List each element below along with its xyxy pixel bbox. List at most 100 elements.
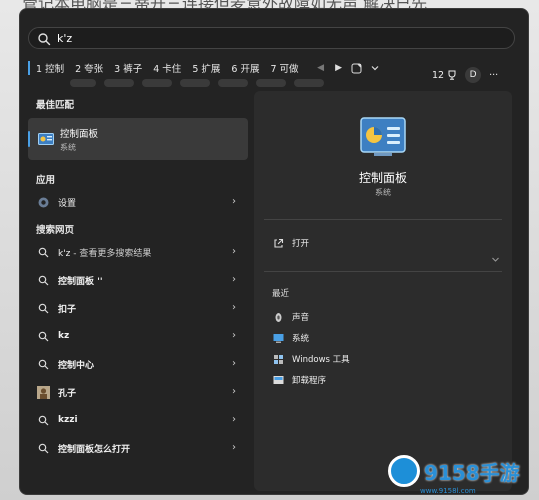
search-icon bbox=[36, 273, 50, 287]
app-item-settings[interactable]: 设置 › bbox=[28, 188, 248, 216]
web-result-item[interactable]: 孔子 › bbox=[28, 378, 248, 406]
web-result-label: kz bbox=[58, 331, 70, 341]
filter-pill[interactable] bbox=[180, 79, 210, 87]
control-panel-icon bbox=[38, 132, 54, 146]
section-title-web: 搜索网页 bbox=[36, 225, 75, 236]
more-options-icon[interactable]: ··· bbox=[489, 70, 498, 81]
search-icon bbox=[36, 301, 50, 315]
gear-icon bbox=[36, 195, 50, 209]
filter-pill[interactable] bbox=[70, 79, 96, 87]
results-list: 最佳匹配 控制面板 系统 应用 设置 › 搜索网页 k'z - 查看更多搜索结果… bbox=[28, 97, 258, 462]
collapse-chevron-icon[interactable] bbox=[491, 255, 500, 267]
web-result-label: k'z bbox=[58, 248, 71, 259]
filter-pill[interactable] bbox=[294, 79, 324, 87]
ime-emoji-icon[interactable] bbox=[350, 61, 364, 75]
chevron-right-icon[interactable]: › bbox=[232, 330, 236, 341]
divider bbox=[264, 219, 502, 220]
filter-pill[interactable] bbox=[256, 79, 286, 87]
rewards-points-count: 12 bbox=[432, 69, 445, 81]
search-icon bbox=[36, 441, 50, 455]
search-icon bbox=[36, 329, 50, 343]
recent-item-label: 卸载程序 bbox=[292, 376, 327, 386]
recent-title: 最近 bbox=[272, 289, 290, 299]
search-input[interactable] bbox=[57, 31, 477, 45]
best-match-item[interactable]: 控制面板 系统 bbox=[28, 118, 248, 160]
filter-pill[interactable] bbox=[142, 79, 172, 87]
web-result-item[interactable]: kzzi › bbox=[28, 406, 248, 434]
ime-candidate[interactable]: 4 卡住 bbox=[153, 61, 181, 75]
open-action[interactable]: 打开 bbox=[272, 237, 309, 249]
uninstall-icon bbox=[272, 374, 284, 386]
watermark-logo bbox=[388, 455, 420, 487]
header-right: 12 D ··· bbox=[432, 67, 498, 83]
filter-pill[interactable] bbox=[104, 79, 134, 87]
search-box[interactable] bbox=[28, 27, 515, 49]
ime-candidate[interactable]: 1 控制 bbox=[28, 61, 64, 75]
web-result-label: 控制面板怎么打开 bbox=[58, 444, 131, 455]
ime-candidate[interactable]: 3 裤子 bbox=[114, 61, 142, 75]
chevron-right-icon[interactable]: › bbox=[232, 386, 236, 397]
section-title-best-match: 最佳匹配 bbox=[36, 100, 75, 111]
web-result-label: 控制面板 '' bbox=[58, 276, 103, 287]
trophy-icon bbox=[448, 70, 456, 80]
recent-item[interactable]: Windows 工具 bbox=[272, 353, 350, 365]
chevron-right-icon[interactable]: › bbox=[232, 274, 236, 285]
chevron-right-icon[interactable]: › bbox=[232, 246, 236, 257]
web-result-sublabel: - 查看更多搜索结果 bbox=[70, 248, 152, 259]
recent-item[interactable]: 卸载程序 bbox=[272, 374, 326, 386]
open-external-icon bbox=[272, 237, 284, 249]
detail-pane: 控制面板 系统 打开 最近 声音 系统 Windows 工具 卸载程序 bbox=[254, 91, 512, 491]
divider bbox=[264, 271, 502, 272]
recent-item-label: 系统 bbox=[292, 334, 310, 344]
site-watermark: 9158手游 bbox=[388, 455, 520, 487]
recent-item[interactable]: 系统 bbox=[272, 332, 309, 344]
web-result-label: 扣子 bbox=[58, 304, 77, 315]
selection-accent bbox=[28, 131, 30, 147]
thumbnail-icon bbox=[36, 385, 50, 399]
speaker-icon bbox=[272, 311, 284, 323]
ime-candidate[interactable]: 2 夸张 bbox=[75, 61, 103, 75]
chevron-right-icon[interactable]: › bbox=[232, 414, 236, 425]
chevron-right-icon[interactable]: › bbox=[232, 302, 236, 313]
filter-pill[interactable] bbox=[218, 79, 248, 87]
open-action-label: 打开 bbox=[292, 239, 310, 249]
chevron-right-icon[interactable]: › bbox=[232, 442, 236, 453]
search-icon bbox=[36, 245, 50, 259]
web-result-label: 控制中心 bbox=[58, 360, 95, 371]
search-icon bbox=[37, 31, 51, 46]
ime-next-icon[interactable]: ▶ bbox=[332, 61, 346, 75]
recent-item-label: 声音 bbox=[292, 313, 310, 323]
start-search-panel: 1 控制 2 夸张 3 裤子 4 卡住 5 扩展 6 开展 7 可做 ◀ ▶ 1… bbox=[19, 8, 529, 495]
chevron-right-icon[interactable]: › bbox=[232, 196, 236, 207]
section-title-apps: 应用 bbox=[36, 175, 56, 186]
ime-candidate[interactable]: 7 可做 bbox=[270, 61, 298, 75]
recent-item-label: Windows 工具 bbox=[292, 355, 350, 365]
web-result-label: 孔子 bbox=[58, 388, 77, 399]
web-result-label: kzzi bbox=[58, 415, 78, 425]
avatar[interactable]: D bbox=[465, 67, 482, 83]
detail-subtitle: 系统 bbox=[375, 188, 391, 197]
search-icon bbox=[36, 413, 50, 427]
recent-item[interactable]: 声音 bbox=[272, 311, 309, 323]
control-panel-icon bbox=[360, 117, 406, 157]
chevron-right-icon[interactable]: › bbox=[232, 358, 236, 369]
ime-candidate[interactable]: 5 扩展 bbox=[192, 61, 220, 75]
rewards-points[interactable]: 12 bbox=[432, 70, 457, 81]
best-match-type: 系统 bbox=[60, 142, 76, 152]
tools-icon bbox=[272, 353, 284, 365]
watermark-url: www.9158l.com bbox=[420, 487, 476, 495]
monitor-icon bbox=[272, 332, 284, 344]
watermark-brand: 9158手游 bbox=[424, 460, 520, 485]
ime-expand-chevron-icon[interactable] bbox=[368, 61, 382, 75]
web-result-item[interactable]: 控制面板 '' › bbox=[28, 266, 248, 294]
search-icon bbox=[36, 357, 50, 371]
web-result-item[interactable]: k'z - 查看更多搜索结果 › bbox=[28, 238, 248, 266]
best-match-name: 控制面板 bbox=[60, 128, 99, 140]
web-result-item[interactable]: 控制中心 › bbox=[28, 350, 248, 378]
web-result-item[interactable]: 扣子 › bbox=[28, 294, 248, 322]
web-result-item[interactable]: 控制面板怎么打开 › bbox=[28, 434, 248, 462]
ime-candidate[interactable]: 6 开展 bbox=[231, 61, 259, 75]
app-item-label: 设置 bbox=[58, 198, 77, 209]
ime-prev-icon[interactable]: ◀ bbox=[314, 61, 328, 75]
web-result-item[interactable]: kz › bbox=[28, 322, 248, 350]
